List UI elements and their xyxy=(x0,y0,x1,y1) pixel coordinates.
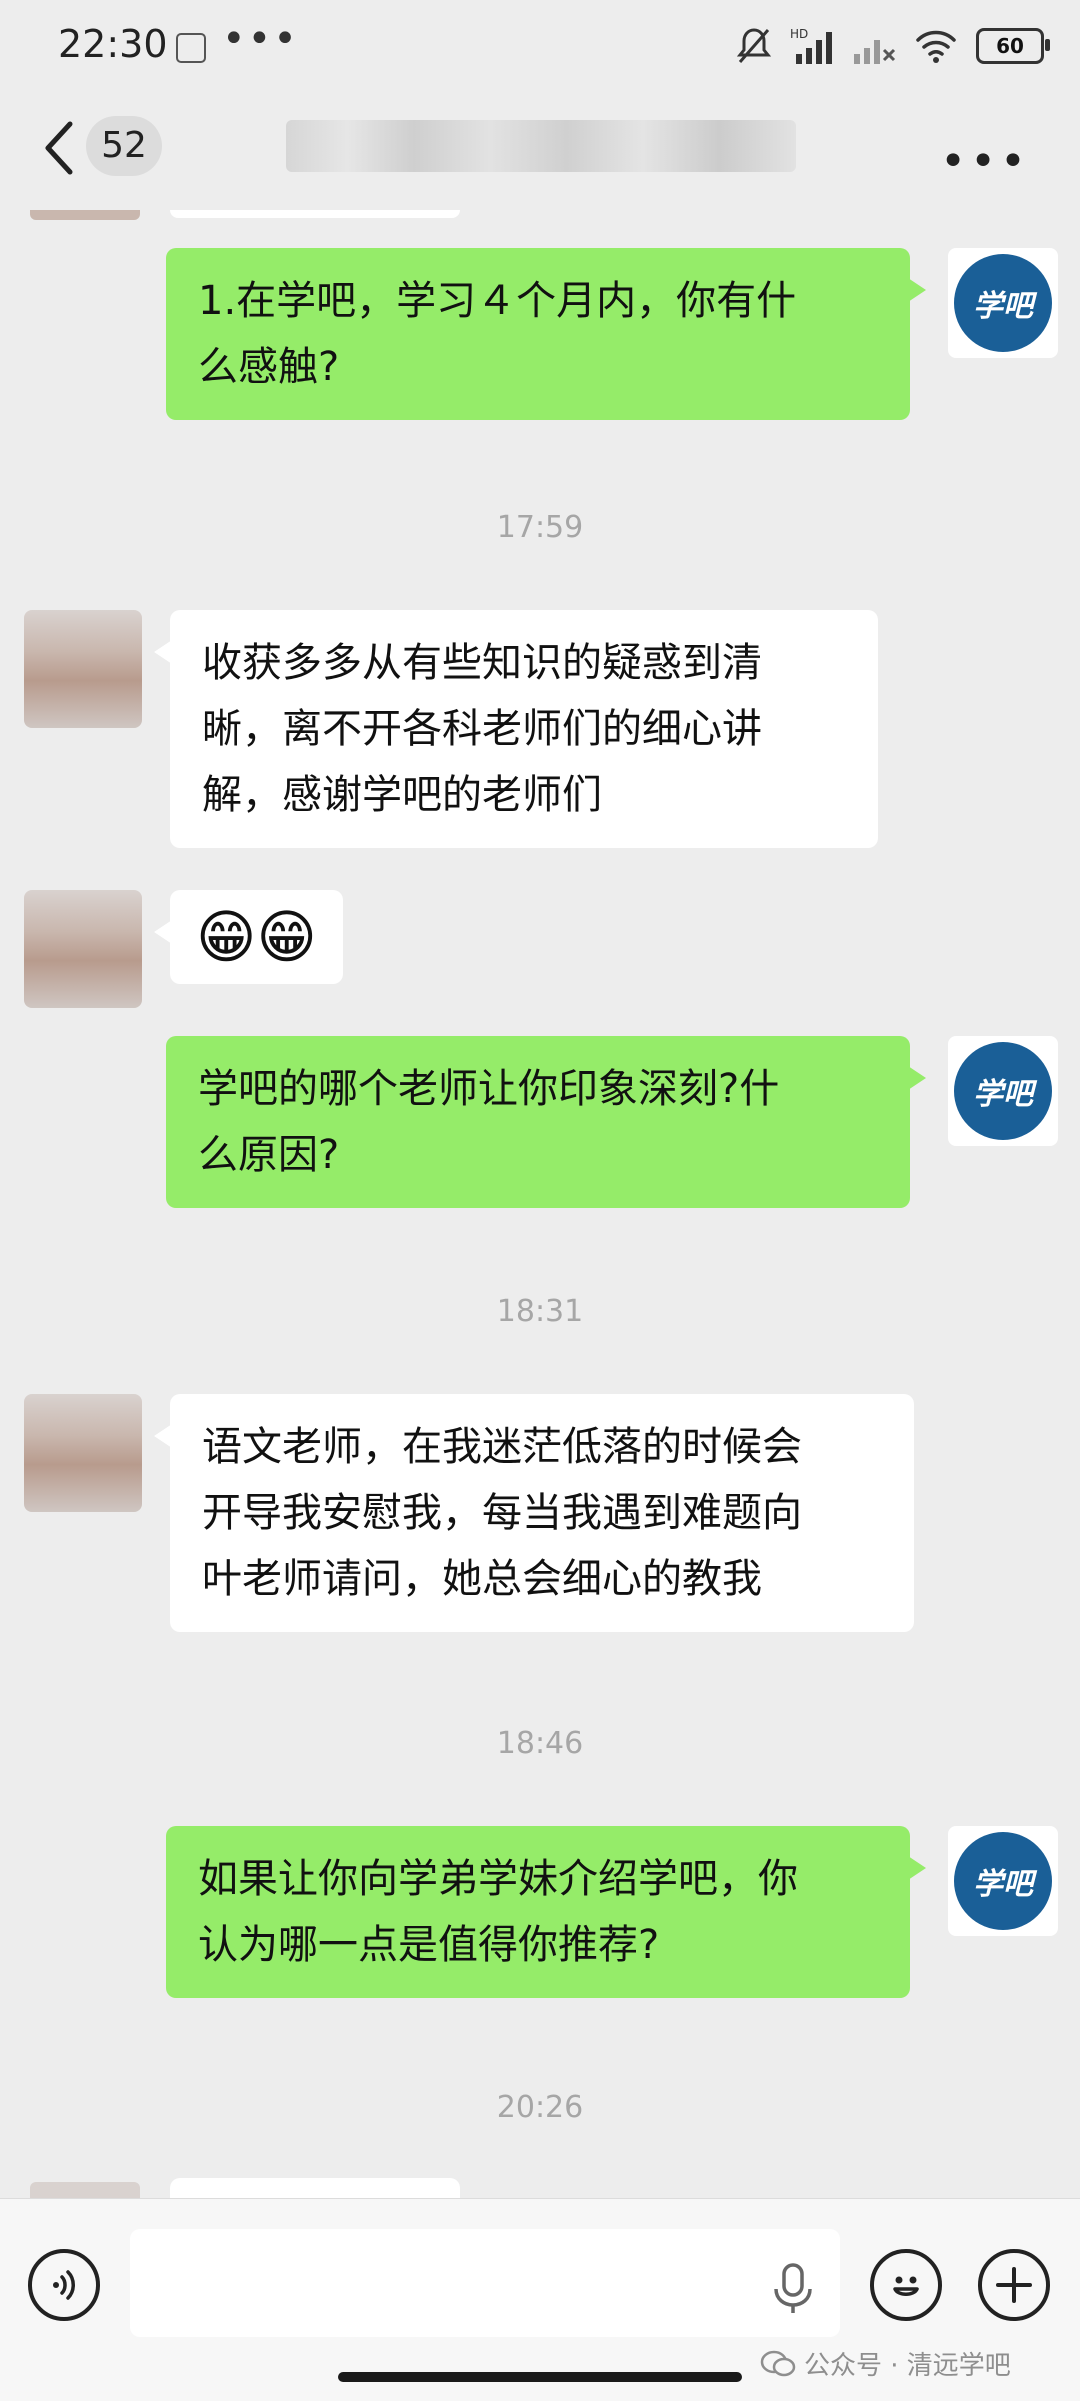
avatar-self[interactable]: 学吧 xyxy=(948,1036,1058,1146)
message-line: 认为哪一点是值得你推荐? xyxy=(198,1922,660,1968)
smile-face-icon xyxy=(893,2276,919,2296)
status-time: 22:30 xyxy=(58,22,168,66)
avatar-self[interactable]: 学吧 xyxy=(948,248,1058,358)
signal-x-icon xyxy=(854,40,896,64)
input-bar: 公众号 · 清远学吧 xyxy=(0,2198,1080,2401)
status-bar: 22:30 ••• HD 60 xyxy=(0,0,1080,100)
watermark-text: 公众号 · 清远学吧 xyxy=(804,2351,1011,2381)
avatar[interactable] xyxy=(24,890,142,1008)
emoji-icon[interactable] xyxy=(870,2249,942,2321)
wifi-icon xyxy=(916,30,956,63)
avatar[interactable] xyxy=(30,210,140,220)
message-bubble-received[interactable]: 收获多多从有些知识的疑惑到清 晰，离不开各科老师们的细心讲 解，感谢学吧的老师们 xyxy=(154,610,878,848)
notification-icon xyxy=(176,33,206,63)
voice-wave-icon xyxy=(53,2270,75,2300)
avatar[interactable] xyxy=(24,1394,142,1512)
timestamp: 20:26 xyxy=(496,2090,584,2125)
message-line: 叶老师请问，她总会细心的教我 xyxy=(202,1556,762,1602)
message-line: 收获多多从有些知识的疑惑到清 xyxy=(202,640,762,686)
status-dots: ••• xyxy=(222,16,299,62)
voice-icon[interactable] xyxy=(28,2249,100,2321)
plus-glyph-icon xyxy=(996,2267,1032,2303)
message-line: 语文老师，在我迷茫低落的时候会 xyxy=(202,1424,802,1470)
mic-icon[interactable] xyxy=(770,2261,816,2317)
message-line: 如果让你向学弟学妹介绍学吧，你 xyxy=(198,1856,798,1902)
message-line: 么原因? xyxy=(198,1132,340,1178)
message-bubble-sent[interactable]: 如果让你向学弟学妹介绍学吧，你 认为哪一点是值得你推荐? xyxy=(166,1826,926,1998)
chat-header: 52 ••• xyxy=(0,100,1080,210)
message-bubble-partial[interactable] xyxy=(170,210,460,218)
xueba-logo-icon: 学吧 xyxy=(954,254,1052,352)
message-bubble-sent[interactable]: 1.在学吧，学习４个月内，你有什 么感触? xyxy=(166,248,926,420)
timestamp: 17:59 xyxy=(496,510,584,545)
emoji-message[interactable]: 😁😁 xyxy=(154,890,343,984)
message-line: 1.在学吧，学习４个月内，你有什 xyxy=(198,278,797,324)
status-icons: HD 60 xyxy=(736,26,1050,66)
mute-icon xyxy=(736,28,772,63)
message-bubble-sent[interactable]: 学吧的哪个老师让你印象深刻?什 么原因? xyxy=(166,1036,926,1208)
message-line: 学吧的哪个老师让你印象深刻?什 xyxy=(198,1066,780,1112)
avatar[interactable] xyxy=(30,2182,140,2198)
timestamp: 18:31 xyxy=(496,1294,584,1329)
avatar-self[interactable]: 学吧 xyxy=(948,1826,1058,1936)
xueba-logo-icon: 学吧 xyxy=(954,1042,1052,1140)
message-line: 开导我安慰我，每当我遇到难题向 xyxy=(202,1490,802,1536)
avatar[interactable] xyxy=(24,610,142,728)
plus-icon[interactable] xyxy=(978,2249,1050,2321)
more-options-button[interactable]: ••• xyxy=(940,136,1030,187)
xueba-logo-icon: 学吧 xyxy=(954,1832,1052,1930)
message-line: 解，感谢学吧的老师们 xyxy=(202,772,602,818)
timestamp: 18:46 xyxy=(496,1726,584,1761)
message-input[interactable] xyxy=(130,2229,840,2337)
battery-icon: 60 xyxy=(976,28,1050,64)
hd-label: HD xyxy=(790,27,808,41)
message-list[interactable]: 1.在学吧，学习４个月内，你有什 么感触? 学吧 17:59 收获多多从有些知识… xyxy=(0,210,1080,2198)
wechat-official-icon xyxy=(760,2350,796,2376)
message-line: 晰，离不开各科老师们的细心讲 xyxy=(202,706,762,752)
signal-icon: HD xyxy=(790,27,832,64)
message-bubble-received[interactable]: 语文老师，在我迷茫低落的时候会 开导我安慰我，每当我遇到难题向 叶老师请问，她总… xyxy=(154,1394,914,1632)
chat-title xyxy=(286,120,796,172)
unread-count-badge[interactable]: 52 xyxy=(86,116,162,176)
watermark: 公众号 · 清远学吧 xyxy=(760,2345,1011,2382)
message-line: 么感触? xyxy=(198,344,340,390)
chevron-left-icon[interactable] xyxy=(40,118,80,178)
message-bubble-partial[interactable] xyxy=(170,2178,460,2198)
home-indicator[interactable] xyxy=(338,2372,742,2382)
